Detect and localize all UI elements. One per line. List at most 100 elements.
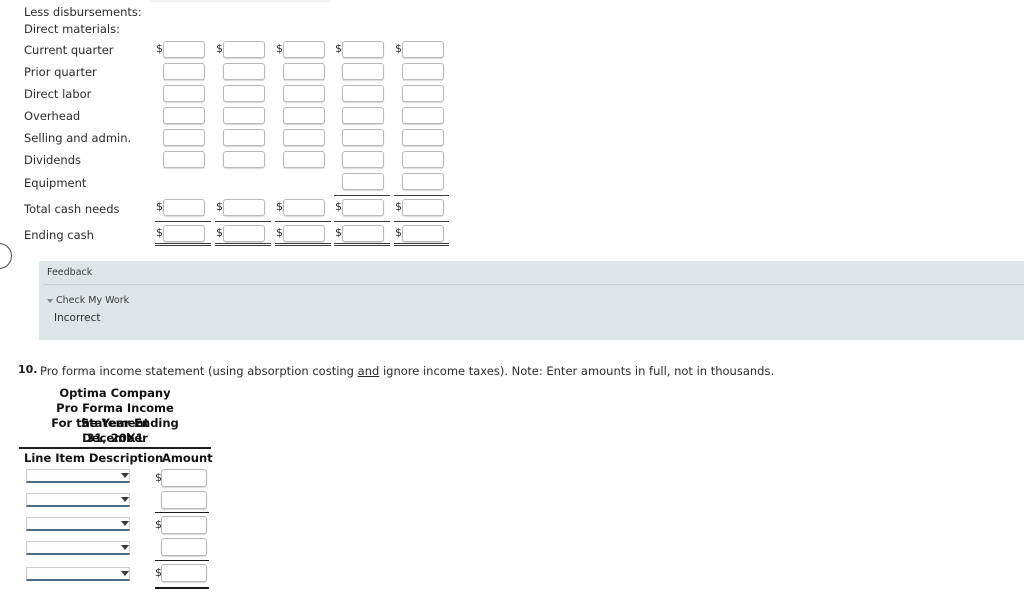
dollar-sign: $ — [216, 42, 223, 55]
question-text-after: ignore income taxes). Note: Enter amount… — [379, 364, 775, 378]
dollar-sign: $ — [216, 226, 223, 239]
row-label-ending-cash: Ending cash — [24, 228, 94, 242]
statement-title-line-1: Optima Company — [59, 386, 171, 400]
input-equipment-q4[interactable] — [342, 173, 384, 190]
input-total-cash-needs-q4[interactable] — [342, 199, 384, 216]
amount-subtotal-rule-1 — [155, 512, 209, 513]
input-overhead-q2[interactable] — [223, 107, 265, 124]
input-prior-quarter-q3[interactable] — [283, 63, 325, 80]
column-header-line-item-description: Line Item Description — [24, 451, 164, 465]
input-amount-4[interactable] — [161, 538, 207, 556]
input-direct-labor-q4[interactable] — [342, 85, 384, 102]
input-current-quarter-q1[interactable] — [163, 41, 205, 58]
dollar-sign: $ — [276, 200, 283, 213]
worksheet-page: Less disbursements: Direct materials: Cu… — [0, 0, 1024, 597]
dropdown-line-item-4[interactable] — [26, 541, 130, 555]
grand-total-rule-q3 — [275, 243, 331, 246]
dollar-sign: $ — [276, 42, 283, 55]
grand-total-rule-q4 — [334, 243, 390, 246]
check-my-work-label: Check My Work — [56, 295, 130, 306]
dollar-sign: $ — [216, 200, 223, 213]
input-direct-labor-q3[interactable] — [283, 85, 325, 102]
caret-down-icon — [47, 298, 53, 303]
feedback-result-text: Incorrect — [54, 312, 101, 324]
input-overhead-q3[interactable] — [283, 107, 325, 124]
input-dividends-total[interactable] — [402, 151, 444, 168]
input-dividends-q3[interactable] — [283, 151, 325, 168]
input-current-quarter-q4[interactable] — [342, 41, 384, 58]
total-rule-total — [394, 221, 449, 222]
statement-header-rule — [19, 447, 211, 449]
input-ending-cash-q2[interactable] — [223, 225, 265, 242]
input-total-cash-needs-q1[interactable] — [163, 199, 205, 216]
dropdown-line-item-3[interactable] — [26, 517, 130, 531]
input-prior-quarter-total[interactable] — [402, 63, 444, 80]
input-overhead-total[interactable] — [402, 107, 444, 124]
input-ending-cash-total[interactable] — [402, 225, 444, 242]
circle-marker-icon — [0, 243, 12, 269]
amount-total-rule — [155, 587, 209, 589]
input-dividends-q1[interactable] — [163, 151, 205, 168]
subtotal-rule-total — [394, 195, 449, 196]
row-label-direct-labor: Direct labor — [24, 87, 92, 101]
question-number: 10. — [18, 363, 38, 376]
input-overhead-q1[interactable] — [163, 107, 205, 124]
input-total-cash-needs-total[interactable] — [402, 199, 444, 216]
dollar-sign: $ — [395, 200, 402, 213]
input-total-cash-needs-q2[interactable] — [223, 199, 265, 216]
row-label-overhead: Overhead — [24, 109, 81, 123]
dollar-sign: $ — [335, 200, 342, 213]
input-amount-5[interactable] — [161, 564, 207, 582]
input-current-quarter-total[interactable] — [402, 41, 444, 58]
input-selling-admin-q1[interactable] — [163, 129, 205, 146]
input-direct-labor-q2[interactable] — [223, 85, 265, 102]
input-current-quarter-q2[interactable] — [223, 41, 265, 58]
dollar-sign: $ — [395, 42, 402, 55]
dollar-sign: $ — [335, 226, 342, 239]
input-ending-cash-q1[interactable] — [163, 225, 205, 242]
input-ending-cash-q4[interactable] — [342, 225, 384, 242]
input-selling-admin-total[interactable] — [402, 129, 444, 146]
input-total-cash-needs-q3[interactable] — [283, 199, 325, 216]
dollar-sign: $ — [156, 200, 163, 213]
input-amount-3[interactable] — [161, 516, 207, 534]
section-header-less-disbursements: Less disbursements: — [24, 5, 142, 19]
input-current-quarter-q3[interactable] — [283, 41, 325, 58]
input-selling-admin-q3[interactable] — [283, 129, 325, 146]
input-ending-cash-q3[interactable] — [283, 225, 325, 242]
row-label-dividends: Dividends — [24, 153, 82, 167]
check-my-work-toggle[interactable]: Check My Work — [47, 295, 129, 306]
input-prior-quarter-q2[interactable] — [223, 63, 265, 80]
dollar-sign: $ — [335, 42, 342, 55]
row-label-equipment: Equipment — [24, 176, 87, 190]
input-selling-admin-q2[interactable] — [223, 129, 265, 146]
input-prior-quarter-q1[interactable] — [163, 63, 205, 80]
amount-subtotal-rule-2 — [155, 560, 209, 561]
dropdown-line-item-5[interactable] — [26, 567, 130, 581]
page-top-artifact — [150, 0, 330, 2]
input-prior-quarter-q4[interactable] — [342, 63, 384, 80]
input-amount-1[interactable] — [161, 469, 207, 487]
feedback-divider — [43, 284, 1024, 285]
question-text-emphasis: and — [357, 364, 380, 378]
total-rule-q2 — [215, 221, 271, 222]
dropdown-line-item-2[interactable] — [26, 493, 130, 507]
input-dividends-q4[interactable] — [342, 151, 384, 168]
grand-total-rule-q2 — [215, 243, 271, 246]
input-dividends-q2[interactable] — [223, 151, 265, 168]
question-text: Pro forma income statement (using absorp… — [40, 364, 774, 378]
dollar-sign: $ — [156, 42, 163, 55]
input-direct-labor-total[interactable] — [402, 85, 444, 102]
row-label-selling-and-admin: Selling and admin. — [24, 131, 132, 145]
total-rule-q3 — [275, 221, 331, 222]
input-equipment-total[interactable] — [402, 173, 444, 190]
input-direct-labor-q1[interactable] — [163, 85, 205, 102]
dropdown-line-item-1[interactable] — [26, 469, 130, 483]
total-rule-q4 — [334, 221, 390, 222]
input-amount-2[interactable] — [161, 491, 207, 509]
total-rule-q1 — [155, 221, 211, 222]
input-overhead-q4[interactable] — [342, 107, 384, 124]
input-selling-admin-q4[interactable] — [342, 129, 384, 146]
feedback-panel: Feedback Check My Work Incorrect — [39, 261, 1024, 340]
row-label-prior-quarter: Prior quarter — [24, 65, 97, 79]
